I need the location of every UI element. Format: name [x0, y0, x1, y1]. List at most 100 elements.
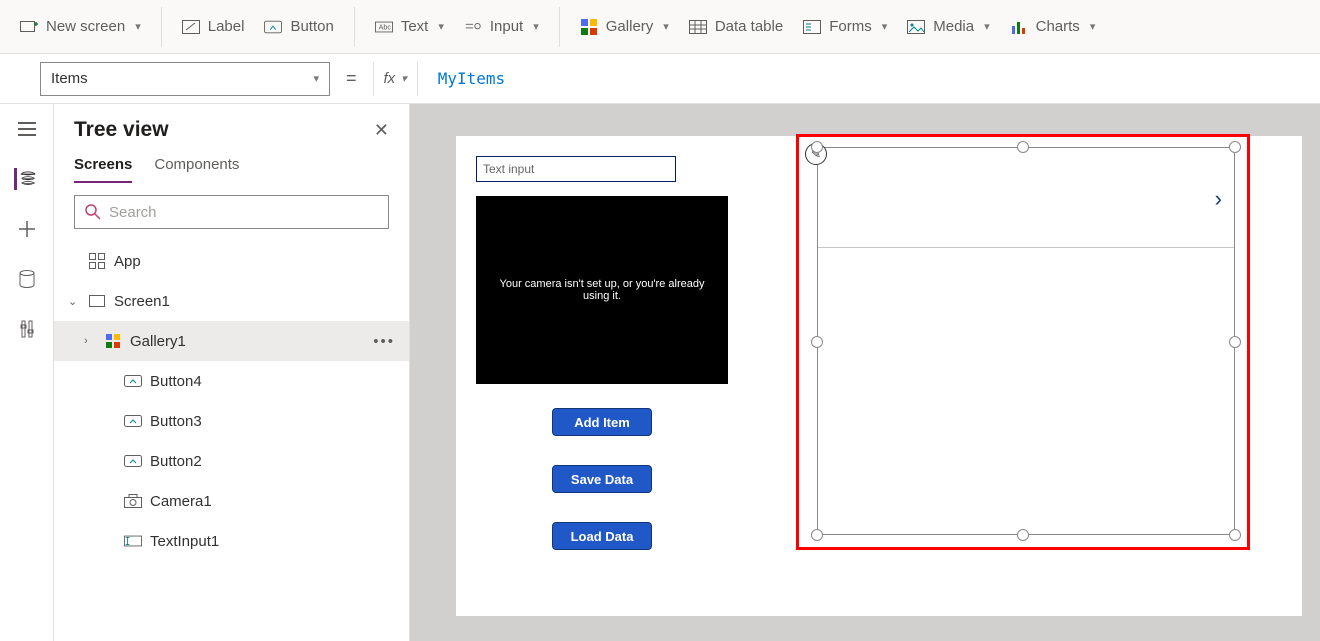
insert-forms-button[interactable]: Forms ▾ [793, 9, 897, 45]
chevron-down-icon[interactable]: ⌄ [68, 295, 80, 308]
tree-view-icon[interactable] [14, 168, 36, 190]
chevron-down-icon: ▾ [882, 20, 888, 33]
chevron-down-icon: ▾ [135, 20, 141, 33]
screen-plus-icon [20, 18, 38, 36]
insert-charts-button[interactable]: Charts ▾ [1000, 9, 1106, 45]
insert-input-button[interactable]: Input ▾ [454, 9, 549, 45]
workspace: Tree view ✕ Screens Components Search Ap… [0, 104, 1320, 641]
camera-control[interactable]: Your camera isn't set up, or you're alre… [476, 196, 728, 384]
insert-datatable-button[interactable]: Data table [679, 9, 793, 45]
left-rail [0, 104, 54, 641]
tree-node-button3[interactable]: Button3 [54, 401, 409, 441]
text-icon: Abc [375, 18, 393, 36]
data-icon[interactable] [16, 268, 38, 290]
resize-handle[interactable] [1017, 529, 1029, 541]
property-selector[interactable]: Items ▾ [40, 62, 330, 96]
resize-handle[interactable] [1229, 336, 1241, 348]
tree-node-screen1[interactable]: ⌄ Screen1 [54, 281, 409, 321]
tools-icon[interactable] [16, 318, 38, 340]
load-data-button[interactable]: Load Data [552, 522, 652, 550]
insert-plus-icon[interactable] [16, 218, 38, 240]
textinput-control[interactable]: Text input [476, 156, 676, 182]
tree-view-panel: Tree view ✕ Screens Components Search Ap… [54, 104, 410, 641]
tree-label: Camera1 [150, 493, 212, 510]
tree-node-app[interactable]: App [54, 241, 409, 281]
tree-view-title: Tree view [74, 118, 169, 142]
gallery-icon [580, 18, 598, 36]
button-icon [264, 18, 282, 36]
tree-node-gallery1[interactable]: › Gallery1 ••• [54, 321, 409, 361]
button-icon [124, 412, 142, 430]
property-name: Items [51, 70, 88, 87]
separator [559, 7, 560, 47]
insert-label-text: Label [208, 18, 245, 35]
insert-media-button[interactable]: Media ▾ [897, 9, 999, 45]
gallery-icon [104, 332, 122, 350]
tree-node-camera1[interactable]: Camera1 [54, 481, 409, 521]
tree-label: TextInput1 [150, 533, 219, 550]
camera-icon [124, 492, 142, 510]
insert-button-button[interactable]: Button [254, 9, 343, 45]
separator [161, 7, 162, 47]
chevron-down-icon: ▾ [401, 72, 407, 85]
resize-handle[interactable] [1017, 141, 1029, 153]
tree-label: Button4 [150, 373, 202, 390]
formula-bar: Items ▾ = fx ▾ [0, 54, 1320, 104]
resize-handle[interactable] [811, 141, 823, 153]
chevron-right-icon[interactable]: › [1215, 186, 1222, 212]
tree-label: Screen1 [114, 293, 170, 310]
insert-button-text: Button [290, 18, 333, 35]
chevron-down-icon: ▾ [663, 20, 669, 33]
chevron-down-icon: ▾ [533, 20, 539, 33]
insert-forms-label: Forms [829, 18, 872, 35]
chevron-down-icon: ▾ [313, 72, 319, 85]
new-screen-button[interactable]: New screen ▾ [10, 9, 151, 45]
new-screen-label: New screen [46, 18, 125, 35]
search-placeholder: Search [109, 204, 157, 221]
screen-canvas[interactable]: Text input Your camera isn't set up, or … [456, 136, 1302, 616]
tree-label: App [114, 253, 141, 270]
insert-input-label: Input [490, 18, 523, 35]
tab-components[interactable]: Components [154, 156, 239, 183]
ribbon-toolbar: New screen ▾ Label Button Abc Text ▾ [0, 0, 1320, 54]
resize-handle[interactable] [811, 336, 823, 348]
insert-label-button[interactable]: Label [172, 9, 255, 45]
camera-message: Your camera isn't set up, or you're alre… [486, 278, 718, 302]
insert-gallery-button[interactable]: Gallery ▾ [570, 9, 679, 45]
tree-label: Button3 [150, 413, 202, 430]
search-input[interactable]: Search [74, 195, 389, 229]
hamburger-icon[interactable] [16, 118, 38, 140]
tree-node-button4[interactable]: Button4 [54, 361, 409, 401]
search-icon [85, 204, 101, 220]
more-icon[interactable]: ••• [373, 333, 395, 350]
button-icon [124, 372, 142, 390]
forms-icon [803, 18, 821, 36]
textinput-icon [124, 532, 142, 550]
tree-list: App ⌄ Screen1 › Gallery1 ••• [54, 241, 409, 641]
tree-node-textinput1[interactable]: TextInput1 [54, 521, 409, 561]
close-icon[interactable]: ✕ [374, 120, 389, 141]
resize-handle[interactable] [1229, 141, 1241, 153]
chevron-down-icon: ▾ [1090, 20, 1096, 33]
chevron-down-icon: ▾ [438, 20, 444, 33]
fx-label: fx [384, 70, 396, 87]
screen-icon [88, 292, 106, 310]
insert-charts-label: Charts [1036, 18, 1080, 35]
tree-tabs: Screens Components [54, 148, 409, 183]
resize-handle[interactable] [1229, 529, 1241, 541]
textinput-placeholder: Text input [483, 162, 534, 176]
chevron-right-icon[interactable]: › [84, 335, 96, 347]
insert-text-button[interactable]: Abc Text ▾ [365, 9, 454, 45]
save-data-button[interactable]: Save Data [552, 465, 652, 493]
gallery-template-row[interactable]: › [818, 148, 1234, 248]
chevron-down-icon: ▾ [984, 20, 990, 33]
formula-input[interactable] [428, 62, 1320, 96]
datatable-icon [689, 18, 707, 36]
gallery-control[interactable]: › [817, 147, 1235, 535]
input-icon [464, 18, 482, 36]
tab-screens[interactable]: Screens [74, 156, 132, 183]
fx-button[interactable]: fx ▾ [373, 62, 418, 96]
add-item-button[interactable]: Add Item [552, 408, 652, 436]
tree-node-button2[interactable]: Button2 [54, 441, 409, 481]
resize-handle[interactable] [811, 529, 823, 541]
